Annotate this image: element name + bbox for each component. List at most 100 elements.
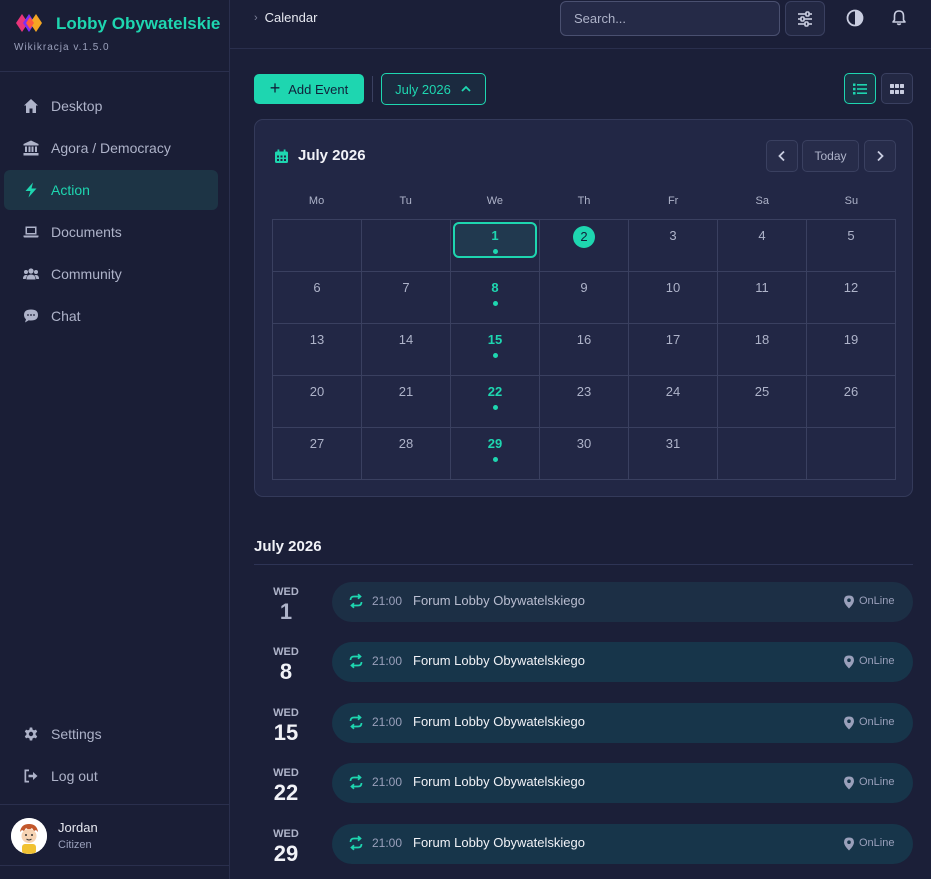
day-number: 27 [309, 436, 325, 451]
brand-version: Wikikracja v.1.5.0 [14, 42, 110, 53]
top-bar: › Calendar [230, 0, 931, 49]
landmark-icon [22, 139, 40, 157]
calendar-day-1[interactable]: 1 [451, 220, 540, 272]
calendar-day-17[interactable]: 17 [629, 324, 718, 376]
recurring-icon [348, 835, 364, 851]
next-month-button[interactable] [864, 140, 896, 172]
event-card[interactable]: 21:00 Forum Lobby Obywatelskiego OnLine [332, 582, 913, 622]
calendar-day-7[interactable]: 7 [362, 272, 451, 324]
calendar-day-25[interactable]: 25 [718, 376, 807, 428]
calendar-day-23[interactable]: 23 [540, 376, 629, 428]
event-card[interactable]: 21:00 Forum Lobby Obywatelskiego OnLine [332, 702, 913, 743]
calendar-day-20[interactable]: 20 [273, 376, 362, 428]
user-name: Jordan [58, 820, 98, 835]
event-day: 8 [279, 659, 293, 685]
event-weekday: WED [273, 646, 299, 659]
event-card[interactable]: 21:00 Forum Lobby Obywatelskiego OnLine [332, 763, 913, 804]
day-number: 19 [843, 332, 859, 347]
weekday-label: Su [844, 195, 859, 207]
event-card[interactable]: 21:00 Forum Lobby Obywatelskiego OnLine [332, 823, 913, 864]
calendar-day-18[interactable]: 18 [718, 324, 807, 376]
calendar-grid: 1 2 3 4 5 6 7 8 9 10 11 12 13 14 15 16 17 18 19 20 21 22 23 24 2… [272, 219, 896, 480]
calendar-day-30[interactable]: 30 [540, 428, 629, 480]
sidebar-item-action[interactable]: Action [4, 170, 218, 210]
sidebar-item-logout[interactable]: Log out [4, 756, 218, 796]
event-time: 21:00 [372, 835, 403, 850]
grid-view-button[interactable] [881, 73, 913, 104]
sidebar-item-desktop[interactable]: Desktop [4, 86, 218, 126]
calendar-day-5[interactable]: 5 [807, 220, 896, 272]
event-day: 15 [273, 719, 299, 745]
filter-button[interactable] [785, 1, 825, 36]
event-card[interactable]: 21:00 Forum Lobby Obywatelskiego OnLine [332, 642, 913, 683]
day-number: 5 [847, 228, 855, 243]
calendar-day-28[interactable]: 28 [362, 428, 451, 480]
calendar-day-26[interactable]: 26 [807, 376, 896, 428]
calendar-day-13[interactable]: 13 [273, 324, 362, 376]
calendar-day-6[interactable]: 6 [273, 272, 362, 324]
calendar-day-21[interactable]: 21 [362, 376, 451, 428]
calendar-day-4[interactable]: 4 [718, 220, 807, 272]
theme-toggle-button[interactable] [846, 9, 864, 27]
sidebar-item-settings[interactable]: Settings [4, 714, 218, 754]
calendar-day-29[interactable]: 29 [451, 428, 540, 480]
event-indicator-dot [493, 353, 498, 358]
day-number: 6 [313, 280, 321, 295]
chevron-left-icon [778, 150, 785, 162]
calendar-day-3[interactable]: 3 [629, 220, 718, 272]
calendar-day-14[interactable]: 14 [362, 324, 451, 376]
add-event-button[interactable]: + Add Event [254, 74, 364, 104]
list-view-button[interactable] [844, 73, 876, 104]
notifications-button[interactable] [890, 9, 908, 27]
sidebar: Lobby Obywatelskie Wikikracja v.1.5.0 De… [0, 0, 230, 879]
calendar-day-2[interactable]: 2 [540, 220, 629, 272]
previous-month-button[interactable] [766, 140, 798, 172]
calendar-day-11[interactable]: 11 [718, 272, 807, 324]
sidebar-item-documents[interactable]: Documents [4, 212, 218, 252]
event-name: Forum Lobby Obywatelskiego [413, 593, 585, 608]
month-picker-button[interactable]: July 2026 [381, 73, 486, 105]
user-profile[interactable]: Jordan Citizen [0, 804, 229, 866]
breadcrumb: › Calendar [254, 10, 317, 25]
search-input[interactable] [560, 1, 780, 36]
calendar-empty-cell [807, 428, 896, 480]
event-indicator-dot [493, 457, 498, 462]
map-pin-icon [843, 595, 855, 609]
event-indicator-dot [493, 405, 498, 410]
weekday-label: Fr [667, 195, 679, 207]
event-day: 22 [273, 780, 299, 806]
calendar-day-27[interactable]: 27 [273, 428, 362, 480]
day-number: 23 [576, 384, 592, 399]
sidebar-item-label: Chat [51, 308, 81, 324]
day-number: 8 [491, 280, 499, 295]
sidebar-item-label: Documents [51, 224, 122, 240]
brand-logo-icon[interactable] [14, 11, 44, 35]
weekday-header: Mo Tu We Th Fr Sa Su [272, 195, 896, 207]
calendar-day-15[interactable]: 15 [451, 324, 540, 376]
calendar-day-24[interactable]: 24 [629, 376, 718, 428]
list-icon [853, 83, 867, 94]
today-button[interactable]: Today [802, 140, 859, 172]
breadcrumb-current[interactable]: Calendar [265, 10, 318, 25]
day-number: 24 [665, 384, 681, 399]
calendar-day-22[interactable]: 22 [451, 376, 540, 428]
avatar[interactable] [11, 818, 47, 854]
calendar-empty-cell [362, 220, 451, 272]
calendar-day-16[interactable]: 16 [540, 324, 629, 376]
calendar-day-9[interactable]: 9 [540, 272, 629, 324]
users-icon [22, 265, 40, 283]
map-pin-icon [843, 655, 855, 669]
sidebar-item-community[interactable]: Community [4, 254, 218, 294]
calendar-day-19[interactable]: 19 [807, 324, 896, 376]
sidebar-item-agora[interactable]: Agora / Democracy [4, 128, 218, 168]
calendar-day-12[interactable]: 12 [807, 272, 896, 324]
sidebar-item-chat[interactable]: Chat [4, 296, 218, 336]
calendar-day-31[interactable]: 31 [629, 428, 718, 480]
grid-icon [890, 83, 904, 94]
brand-title[interactable]: Lobby Obywatelskie [56, 14, 220, 34]
event-weekday: WED [273, 586, 299, 598]
calendar-day-8[interactable]: 8 [451, 272, 540, 324]
calendar-day-10[interactable]: 10 [629, 272, 718, 324]
day-number: 15 [487, 332, 503, 347]
weekday-label: Th [577, 195, 591, 207]
